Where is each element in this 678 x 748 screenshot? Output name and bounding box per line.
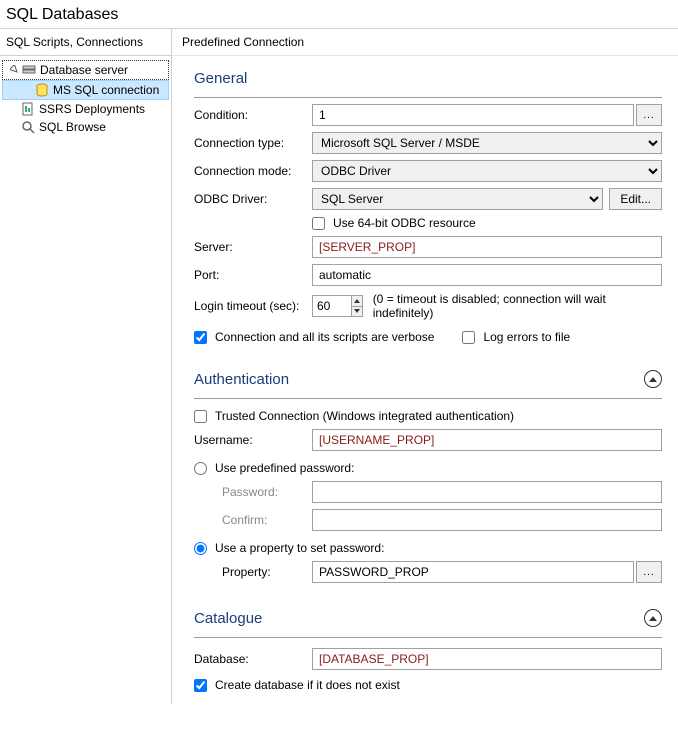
confirm-input (312, 509, 662, 531)
browse-icon (20, 119, 36, 135)
label-odbc-driver: ODBC Driver: (194, 192, 312, 206)
chevron-up-icon (354, 299, 360, 303)
verbose-checkbox[interactable] (194, 331, 207, 344)
tree-item-label: Database server (40, 63, 128, 77)
spinner-down-button[interactable] (352, 307, 362, 317)
tree-twisty-collapse-icon[interactable] (9, 63, 20, 77)
label-property: Property: (194, 565, 312, 579)
chevron-up-icon (649, 616, 657, 621)
condition-input[interactable] (312, 104, 634, 126)
create-db-checkbox[interactable] (194, 679, 207, 692)
tree-panel: SQL Scripts, Connections Database server… (0, 29, 172, 704)
label-password: Password: (194, 485, 312, 499)
connection-type-select[interactable]: Microsoft SQL Server / MSDE (312, 132, 662, 154)
log-errors-label[interactable]: Log errors to file (483, 330, 570, 344)
report-icon (20, 101, 36, 117)
label-username: Username: (194, 433, 312, 447)
section-general: General Condition: ... Connection type: … (172, 56, 678, 356)
condition-browse-button[interactable]: ... (636, 104, 662, 126)
nav-tree: Database server MS SQL connection SSRS D… (0, 56, 171, 140)
timeout-hint: (0 = timeout is disabled; connection wil… (373, 292, 662, 320)
label-database: Database: (194, 652, 312, 666)
server-input[interactable] (312, 236, 662, 258)
label-connection-type: Connection type: (194, 136, 312, 150)
database-input[interactable] (312, 648, 662, 670)
tree-item-ssrs-deployments[interactable]: SSRS Deployments (2, 100, 169, 118)
collapse-auth-button[interactable] (644, 370, 662, 388)
label-server: Server: (194, 240, 312, 254)
username-input[interactable] (312, 429, 662, 451)
password-input (312, 481, 662, 503)
tree-item-sql-browse[interactable]: SQL Browse (2, 118, 169, 136)
chevron-up-icon (649, 377, 657, 382)
use-64bit-label[interactable]: Use 64-bit ODBC resource (333, 216, 476, 230)
port-input[interactable] (312, 264, 662, 286)
tree-item-database-server[interactable]: Database server (2, 60, 169, 80)
section-title-auth: Authentication (194, 371, 289, 388)
trusted-connection-checkbox[interactable] (194, 410, 207, 423)
label-login-timeout: Login timeout (sec): (194, 299, 312, 313)
section-title-general: General (194, 70, 247, 87)
verbose-label[interactable]: Connection and all its scripts are verbo… (215, 330, 434, 344)
create-db-label[interactable]: Create database if it does not exist (215, 678, 400, 692)
tree-header: SQL Scripts, Connections (0, 29, 171, 56)
use-64bit-checkbox[interactable] (312, 217, 325, 230)
label-port: Port: (194, 268, 312, 282)
tree-item-label: SSRS Deployments (39, 102, 145, 116)
use-property-radio[interactable] (194, 542, 207, 555)
section-title-catalogue: Catalogue (194, 610, 262, 627)
window-title: SQL Databases (0, 0, 678, 28)
tree-item-label: MS SQL connection (53, 83, 159, 97)
property-input[interactable] (312, 561, 634, 583)
label-condition: Condition: (194, 108, 312, 122)
trusted-connection-label[interactable]: Trusted Connection (Windows integrated a… (215, 409, 514, 423)
label-connection-mode: Connection mode: (194, 164, 312, 178)
tree-item-mssql-connection[interactable]: MS SQL connection (2, 80, 169, 100)
use-predefined-radio[interactable] (194, 462, 207, 475)
server-icon (21, 62, 37, 78)
chevron-down-icon (354, 309, 360, 313)
use-predefined-label[interactable]: Use predefined password: (215, 461, 354, 475)
log-errors-checkbox[interactable] (462, 331, 475, 344)
section-authentication: Authentication Trusted Connection (Windo… (172, 356, 678, 595)
section-catalogue: Catalogue Database: Create database if i… (172, 595, 678, 704)
label-confirm: Confirm: (194, 513, 312, 527)
odbc-edit-button[interactable]: Edit... (609, 188, 662, 210)
content-panel: Predefined Connection General Condition:… (172, 29, 678, 704)
section-rule (194, 398, 662, 399)
content-header: Predefined Connection (172, 29, 678, 56)
login-timeout-spinner[interactable] (312, 295, 363, 317)
property-browse-button[interactable]: ... (636, 561, 662, 583)
spinner-up-button[interactable] (352, 296, 362, 307)
use-property-label[interactable]: Use a property to set password: (215, 541, 384, 555)
section-rule (194, 97, 662, 98)
connection-mode-select[interactable]: ODBC Driver (312, 160, 662, 182)
login-timeout-input[interactable] (313, 296, 351, 316)
tree-item-label: SQL Browse (39, 120, 106, 134)
collapse-catalogue-button[interactable] (644, 609, 662, 627)
database-icon (34, 82, 50, 98)
odbc-driver-select[interactable]: SQL Server (312, 188, 603, 210)
section-rule (194, 637, 662, 638)
